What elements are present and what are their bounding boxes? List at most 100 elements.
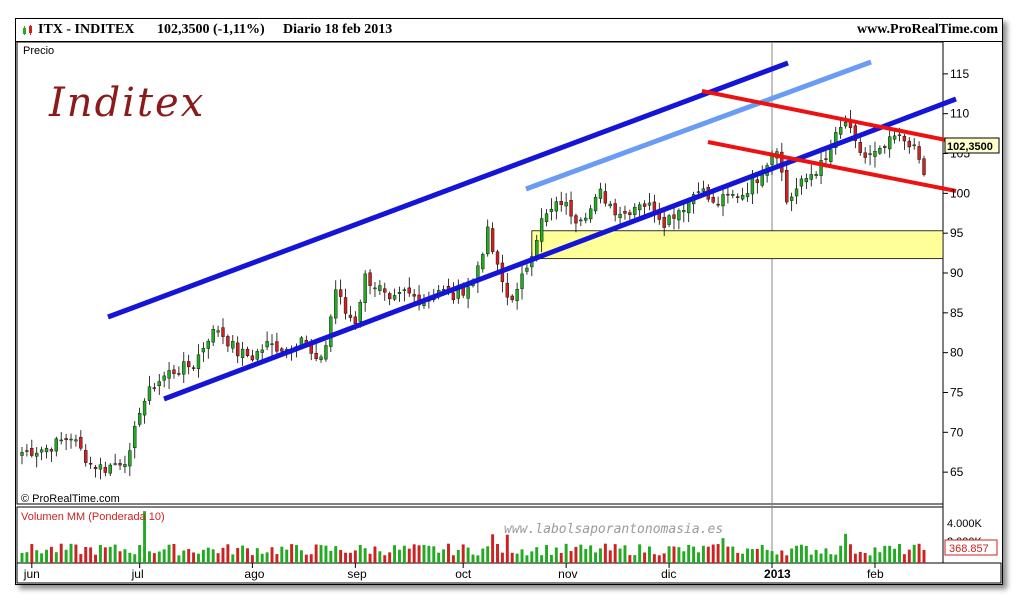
volume-bar (74, 544, 78, 563)
candle-body (789, 196, 794, 201)
candle-body (544, 213, 549, 222)
volume-bar (643, 552, 647, 563)
candle-body (329, 316, 333, 347)
volume-bar (265, 552, 269, 563)
y-tick-label: 75 (950, 385, 964, 399)
candle-body (598, 188, 603, 199)
volume-bar (290, 544, 294, 563)
volume-bar (574, 546, 578, 563)
volume-bar (192, 552, 196, 563)
candle-body (280, 348, 284, 352)
volume-bar (299, 550, 303, 563)
volume-bar (260, 553, 264, 563)
volume-bar (618, 548, 622, 563)
candle-body (348, 314, 353, 318)
volume-bar (697, 552, 700, 563)
volume-bar (613, 544, 617, 563)
volume-bar (206, 547, 210, 563)
candle-body (108, 464, 112, 474)
volume-bar (59, 543, 63, 563)
candle-body (922, 158, 926, 175)
volume-bar (133, 554, 137, 563)
candle-body (275, 341, 279, 352)
volume-bar (30, 544, 34, 563)
volume-bar (858, 551, 862, 563)
volume-bar (319, 545, 323, 563)
volume-bar (211, 549, 215, 563)
volume-bar (804, 545, 808, 563)
candle-body (750, 177, 755, 195)
candle-body (574, 215, 578, 224)
volume-bar (412, 544, 416, 563)
candle-body (804, 178, 809, 183)
x-tick-label: oct (455, 567, 472, 581)
candle-body (309, 345, 313, 354)
candle-body (814, 174, 818, 176)
candle-body (510, 295, 514, 300)
volume-bar (226, 544, 230, 563)
candle-body (402, 289, 407, 291)
candle-body (588, 208, 593, 220)
volume-bar (98, 544, 102, 563)
candle-body (383, 288, 387, 293)
volume-bar (89, 547, 93, 563)
volume-bar (652, 554, 656, 563)
candle-body (584, 217, 588, 221)
volume-bar (603, 543, 607, 563)
candle-body (392, 295, 397, 300)
volume-bar (368, 553, 372, 563)
candle-body (319, 356, 323, 360)
candle-body (642, 203, 647, 207)
volume-bar (128, 552, 132, 563)
volume-bar (844, 533, 848, 563)
volume-bar (84, 546, 88, 563)
candle-body (569, 200, 573, 217)
volume-bar (711, 544, 715, 563)
volume-bar (447, 543, 450, 563)
candle-body (226, 336, 230, 347)
candle-body (387, 293, 392, 300)
candle-body (917, 146, 921, 160)
candle-body (314, 353, 318, 360)
candle-body (873, 150, 877, 157)
candle-body (667, 215, 671, 225)
volume-bar (407, 548, 411, 563)
volume-bar (799, 544, 803, 563)
volume-bar (795, 545, 799, 563)
volume-bar (736, 552, 740, 563)
candle-body (902, 135, 907, 142)
volume-bar (314, 544, 318, 563)
volume-bar (246, 548, 249, 563)
volume-bar (873, 547, 877, 563)
candle-body (863, 152, 867, 158)
candle-body (554, 201, 559, 212)
volume-bar (848, 544, 852, 563)
volume-bar (285, 549, 289, 563)
volume-bar (353, 550, 357, 563)
candle-body (760, 174, 764, 186)
candle-body (20, 452, 24, 456)
candle-body (133, 426, 137, 448)
volume-bar (824, 548, 828, 563)
volume-bar (466, 547, 470, 563)
candle-body (255, 351, 259, 360)
volume-bar (535, 547, 539, 563)
volume-bar (417, 545, 421, 563)
candle-body (353, 316, 358, 325)
candle-body (167, 370, 171, 379)
x-axis-band (16, 562, 1002, 584)
candle-body (701, 188, 706, 192)
volume-bar (922, 549, 926, 563)
candle-body (54, 438, 58, 452)
volume-bar (545, 544, 549, 563)
volume-bar (324, 545, 328, 563)
volume-bar (721, 538, 725, 563)
volume-bar (564, 543, 568, 563)
volume-bar (108, 546, 112, 563)
volume-bar (388, 552, 392, 563)
candle-body (539, 218, 544, 242)
candle-body (721, 194, 725, 207)
volume-bar (177, 555, 181, 563)
y-tick-label: 65 (950, 465, 964, 479)
volume-bar (790, 548, 794, 563)
